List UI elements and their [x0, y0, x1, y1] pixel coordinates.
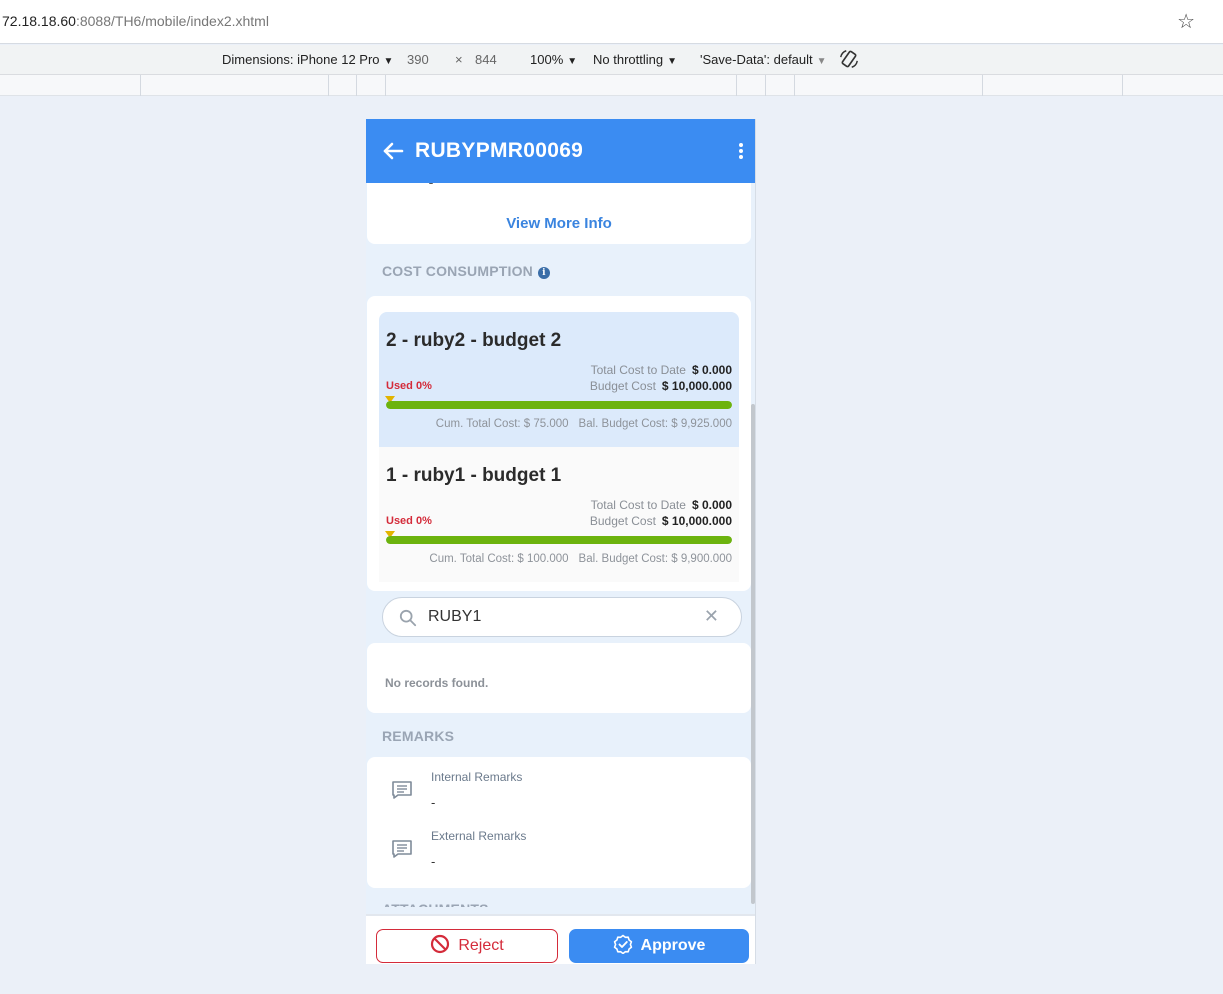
chevron-down-icon: ▼ [667, 56, 677, 67]
bal-budget-cost: Bal. Budget Cost: $ 9,925.000 [578, 418, 732, 430]
used-percent-label: Used 0% [386, 380, 432, 392]
budget-progress-fill [386, 401, 732, 409]
mobile-viewport: View More Info COST CONSUMPTION i 2 - rub… [366, 119, 756, 964]
comment-icon [392, 781, 412, 799]
dimension-times-sign: × [455, 52, 463, 67]
block-icon [431, 934, 450, 954]
budget-name: 1 - ruby1 - budget 1 [386, 465, 562, 486]
throttling-label: No throttling [593, 52, 664, 67]
back-arrow-icon[interactable] [382, 140, 404, 162]
approve-label: Approve [640, 937, 706, 954]
external-remarks-label: External Remarks [431, 829, 527, 843]
no-records-message: No records found. [385, 676, 489, 690]
search-value: RUBY1 [428, 608, 482, 625]
scrollbar[interactable] [751, 404, 755, 904]
budget-cost-value: $ 10,000.000 [661, 514, 732, 528]
search-input[interactable]: RUBY1 ✕ [382, 597, 742, 637]
details-card: View More Info [367, 180, 751, 244]
clear-icon[interactable]: ✕ [704, 606, 719, 627]
save-data-label: 'Save-Data': default [700, 52, 813, 67]
browser-address-bar: 72.18.18.60:8088/TH6/mobile/index2.xhtml… [0, 0, 1223, 44]
total-cost-label: Total Cost to Date [590, 363, 686, 377]
cost-consumption-card: 2 - ruby2 - budget 2 Total Cost to Date $… [367, 296, 751, 591]
total-cost-value: $ 0.000 [691, 363, 732, 377]
cum-total-cost: Cum. Total Cost: $ 75.000 [435, 418, 569, 430]
url-host: 72.18.18.60 [2, 13, 76, 29]
more-options-icon[interactable] [738, 143, 744, 161]
total-cost-row: Total Cost to Date $ 0.000 [591, 363, 732, 377]
cum-total-cost: Cum. Total Cost: $ 100.000 [429, 553, 569, 565]
cost-consumption-heading: COST CONSUMPTION i [382, 263, 550, 279]
cost-consumption-title: COST CONSUMPTION [382, 263, 533, 279]
view-more-info-link[interactable]: View More Info [367, 215, 751, 232]
info-icon[interactable]: i [537, 267, 550, 279]
device-height-input[interactable]: 844 [475, 52, 497, 67]
zoom-label: 100% [530, 52, 564, 67]
search-icon [399, 609, 417, 627]
budget-progress-bar [386, 401, 732, 409]
chevron-down-icon: ▼ [816, 56, 827, 67]
budget-cost-value: $ 10,000.000 [661, 379, 732, 393]
zoom-select[interactable]: 100% ▼ [530, 52, 577, 67]
check-badge-icon [613, 934, 632, 955]
budget-progress-bar [386, 536, 732, 544]
total-cost-row: Total Cost to Date $ 0.000 [591, 498, 732, 512]
results-card: No records found. [367, 643, 751, 713]
internal-remarks-label: Internal Remarks [431, 770, 523, 784]
budget-cost-row: Budget Cost $ 10,000.000 [590, 379, 732, 393]
device-dimensions-label: Dimensions: iPhone 12 Pro [222, 52, 380, 67]
action-footer: Reject Approve [366, 914, 755, 964]
total-cost-value: $ 0.000 [691, 498, 732, 512]
budget-cost-label: Budget Cost [589, 514, 656, 528]
url-path: :8088/TH6/mobile/index2.xhtml [75, 13, 269, 29]
used-percent-label: Used 0% [386, 515, 432, 527]
budget-progress-fill [386, 536, 732, 544]
bookmark-star-icon[interactable]: ☆ [1177, 9, 1195, 34]
comment-icon [392, 840, 412, 858]
chevron-down-icon: ▼ [567, 56, 578, 67]
internal-remarks-value: - [431, 795, 436, 810]
url-field[interactable]: 72.18.18.60:8088/TH6/mobile/index2.xhtml [2, 13, 269, 29]
reject-button[interactable]: Reject [376, 929, 558, 963]
remarks-card: Internal Remarks - External Remarks - [367, 757, 751, 888]
budget-item[interactable]: 2 - ruby2 - budget 2 Total Cost to Date $… [379, 312, 739, 447]
budget-item[interactable]: 1 - ruby1 - budget 1 Total Cost to Date $… [379, 447, 739, 582]
budget-cost-row: Budget Cost $ 10,000.000 [590, 514, 732, 528]
cumulative-row: Cum. Total Cost: $ 100.000 Bal. Budget Co… [429, 553, 732, 565]
device-toolbar: Dimensions: iPhone 12 Pro ▼ 390 × 844 100… [0, 45, 1223, 75]
approve-button[interactable]: Approve [569, 929, 749, 963]
attachments-heading: ATTACHMENTS [382, 901, 489, 907]
bal-budget-cost: Bal. Budget Cost: $ 9,900.000 [578, 553, 732, 565]
media-query-ruler[interactable] [0, 75, 1223, 96]
app-header: RUBYPMR00069 [366, 119, 755, 183]
total-cost-label: Total Cost to Date [590, 498, 686, 512]
save-data-select[interactable]: 'Save-Data': default ▼ [700, 52, 827, 67]
external-remarks-value: - [431, 854, 436, 869]
budget-name: 2 - ruby2 - budget 2 [386, 330, 562, 351]
remarks-heading: REMARKS [382, 728, 455, 744]
chevron-down-icon: ▼ [383, 56, 394, 67]
rotate-device-icon[interactable] [838, 48, 860, 70]
budget-cost-label: Budget Cost [589, 379, 656, 393]
page-title: RUBYPMR00069 [415, 139, 584, 162]
throttling-select[interactable]: No throttling ▼ [593, 52, 677, 67]
reject-label: Reject [458, 937, 504, 954]
device-dimensions-select[interactable]: Dimensions: iPhone 12 Pro ▼ [222, 52, 393, 67]
device-width-input[interactable]: 390 [407, 52, 429, 67]
cumulative-row: Cum. Total Cost: $ 75.000 Bal. Budget Cos… [436, 418, 732, 430]
